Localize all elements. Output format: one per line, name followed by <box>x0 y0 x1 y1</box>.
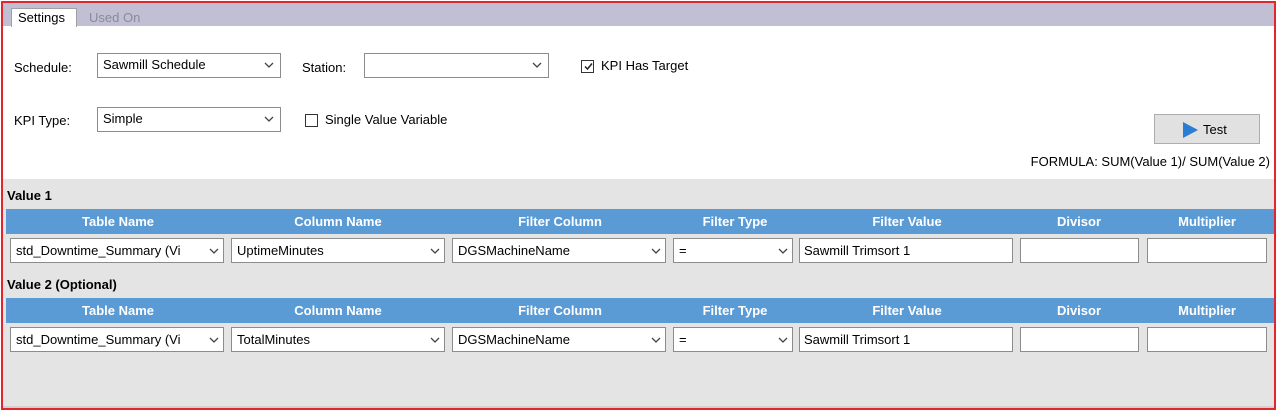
value1-filter-value-input[interactable]: Sawmill Trimsort 1 <box>799 238 1013 263</box>
chevron-down-icon <box>209 248 219 254</box>
header-filter-type: Filter Type <box>702 303 768 318</box>
chevron-down-icon <box>430 248 440 254</box>
header-table-name: Table Name <box>81 303 154 318</box>
schedule-select[interactable]: Sawmill Schedule <box>97 53 281 78</box>
value2-header-row: Table Name Column Name Filter Column Fil… <box>6 298 1274 323</box>
value1-filter-column-select[interactable]: DGSMachineName <box>452 238 666 263</box>
single-value-variable-label: Single Value Variable <box>325 112 448 127</box>
station-label: Station: <box>302 60 347 75</box>
value1-table-name-select[interactable]: std_Downtime_Summary (Vi <box>10 238 224 263</box>
header-filter-type: Filter Type <box>702 214 768 229</box>
value2-column-name-select[interactable]: TotalMinutes <box>231 327 445 352</box>
kpi-has-target-checkbox[interactable] <box>581 60 594 73</box>
values-panel: Value 1 Table Name Column Name Filter Co… <box>3 179 1274 408</box>
value1-column-name-select[interactable]: UptimeMinutes <box>231 238 445 263</box>
chevron-down-icon <box>778 248 788 254</box>
kpi-has-target-label: KPI Has Target <box>601 58 689 73</box>
header-column-name: Column Name <box>294 303 382 318</box>
value2-title: Value 2 (Optional) <box>7 277 117 292</box>
header-filter-column: Filter Column <box>518 214 602 229</box>
value2-multiplier-input[interactable] <box>1147 327 1267 352</box>
value1-header-row: Table Name Column Name Filter Column Fil… <box>6 209 1274 234</box>
single-value-variable-checkbox[interactable] <box>305 114 318 127</box>
chevron-down-icon <box>651 337 661 343</box>
schedule-label: Schedule: <box>14 60 72 75</box>
play-icon <box>1183 122 1198 138</box>
value2-filter-column-select[interactable]: DGSMachineName <box>452 327 666 352</box>
value1-filter-type-value: = <box>679 243 687 258</box>
chevron-down-icon <box>264 116 274 122</box>
chevron-down-icon <box>532 62 542 68</box>
test-button-label: Test <box>1203 122 1227 137</box>
chevron-down-icon <box>651 248 661 254</box>
value2-table-name-select[interactable]: std_Downtime_Summary (Vi <box>10 327 224 352</box>
header-multiplier: Multiplier <box>1178 303 1236 318</box>
value2-table-name-value: std_Downtime_Summary (Vi <box>16 332 181 347</box>
kpi-type-label: KPI Type: <box>14 113 71 128</box>
bottom-divider <box>3 406 1274 408</box>
value2-divisor-input[interactable] <box>1020 327 1139 352</box>
kpi-settings-window: Settings Used On Schedule: Sawmill Sched… <box>1 1 1276 410</box>
kpi-type-select[interactable]: Simple <box>97 107 281 132</box>
value2-filter-type-value: = <box>679 332 687 347</box>
value2-filter-value-input[interactable]: Sawmill Trimsort 1 <box>799 327 1013 352</box>
value1-column-name-value: UptimeMinutes <box>237 243 324 258</box>
test-button[interactable]: Test <box>1154 114 1260 144</box>
checkmark-icon <box>584 63 593 71</box>
header-divisor: Divisor <box>1056 214 1102 229</box>
value1-divisor-input[interactable] <box>1020 238 1139 263</box>
chevron-down-icon <box>778 337 788 343</box>
tab-strip: Settings Used On <box>3 3 1274 28</box>
header-filter-column: Filter Column <box>518 303 602 318</box>
kpi-type-value: Simple <box>103 111 143 126</box>
value1-title: Value 1 <box>7 188 52 203</box>
chevron-down-icon <box>430 337 440 343</box>
value1-filter-type-select[interactable]: = <box>673 238 793 263</box>
value2-column-name-value: TotalMinutes <box>237 332 310 347</box>
tab-settings[interactable]: Settings <box>11 8 77 28</box>
tab-used-on[interactable]: Used On <box>83 9 146 27</box>
chevron-down-icon <box>209 337 219 343</box>
value2-filter-type-select[interactable]: = <box>673 327 793 352</box>
schedule-value: Sawmill Schedule <box>103 57 206 72</box>
value1-table-name-value: std_Downtime_Summary (Vi <box>16 243 181 258</box>
header-filter-value: Filter Value <box>872 303 942 318</box>
formula-text: FORMULA: SUM(Value 1)/ SUM(Value 2) <box>1030 154 1270 169</box>
value1-filter-column-value: DGSMachineName <box>458 243 570 258</box>
settings-panel: Schedule: Sawmill Schedule Station: KPI … <box>3 27 1274 179</box>
header-table-name: Table Name <box>81 214 154 229</box>
value1-multiplier-input[interactable] <box>1147 238 1267 263</box>
header-column-name: Column Name <box>294 214 382 229</box>
station-select[interactable] <box>364 53 549 78</box>
chevron-down-icon <box>264 62 274 68</box>
header-divisor: Divisor <box>1056 303 1102 318</box>
header-filter-value: Filter Value <box>872 214 942 229</box>
header-multiplier: Multiplier <box>1178 214 1236 229</box>
value2-filter-column-value: DGSMachineName <box>458 332 570 347</box>
